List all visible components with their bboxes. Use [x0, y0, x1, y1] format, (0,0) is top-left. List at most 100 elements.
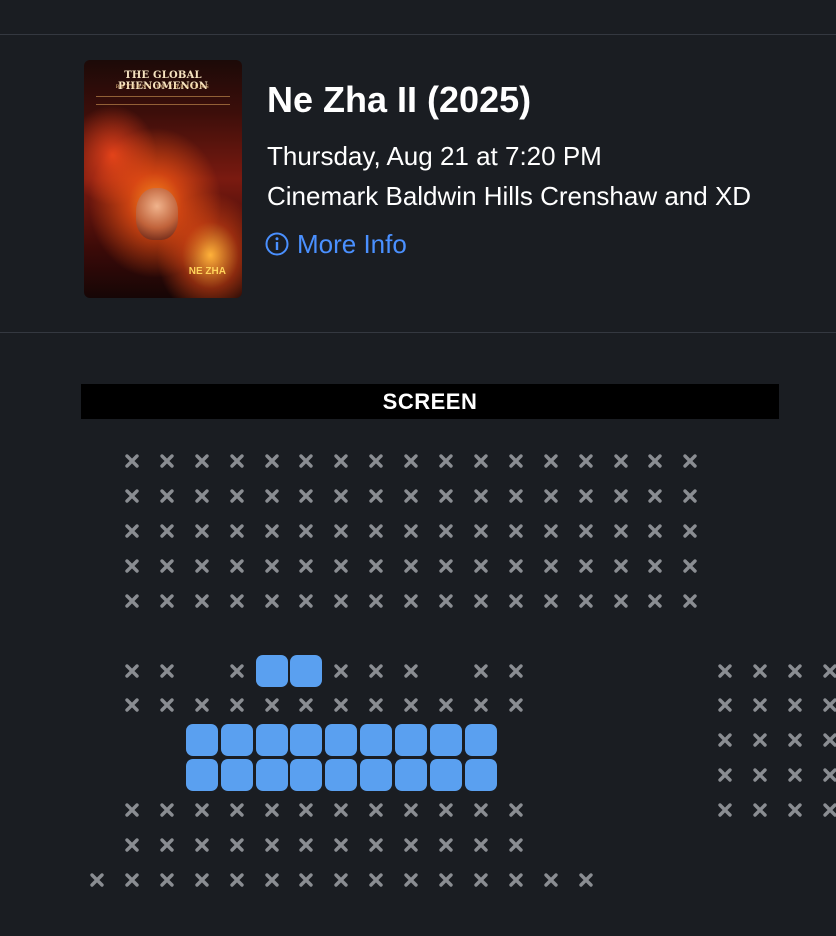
seat-unavailable	[122, 521, 142, 541]
seat-unavailable	[366, 870, 386, 890]
seat-unavailable	[680, 451, 700, 471]
seat-unavailable	[331, 486, 351, 506]
seat-available[interactable]	[325, 724, 358, 757]
seat-unavailable	[157, 800, 177, 820]
seat-unavailable	[122, 835, 142, 855]
seat-unavailable	[576, 451, 596, 471]
seat-unavailable	[366, 835, 386, 855]
seat-unavailable	[436, 695, 456, 715]
seat-unavailable	[715, 765, 735, 785]
seat-unavailable	[680, 556, 700, 576]
seat-unavailable	[471, 661, 491, 681]
seat-available[interactable]	[255, 759, 288, 792]
seat-unavailable	[750, 800, 770, 820]
seat-unavailable	[611, 486, 631, 506]
seat-unavailable	[227, 451, 247, 471]
seat-unavailable	[506, 695, 526, 715]
seat-unavailable	[541, 591, 561, 611]
seat-unavailable	[471, 486, 491, 506]
seat-unavailable	[471, 835, 491, 855]
seat-available[interactable]	[464, 724, 497, 757]
seat-unavailable	[262, 556, 282, 576]
seat-unavailable	[471, 695, 491, 715]
seat-available[interactable]	[220, 759, 253, 792]
seat-available[interactable]	[185, 759, 218, 792]
seat-unavailable	[331, 695, 351, 715]
seat-unavailable	[262, 486, 282, 506]
seat-unavailable	[436, 870, 456, 890]
seat-unavailable	[331, 451, 351, 471]
seat-unavailable	[541, 870, 561, 890]
seat-unavailable	[506, 870, 526, 890]
seat-unavailable	[436, 800, 456, 820]
seat-available[interactable]	[395, 759, 428, 792]
seat-unavailable	[296, 521, 316, 541]
seat-unavailable	[541, 556, 561, 576]
seat-unavailable	[541, 486, 561, 506]
seat-unavailable	[262, 695, 282, 715]
seat-unavailable	[157, 695, 177, 715]
seat-available[interactable]	[360, 724, 393, 757]
seat-unavailable	[366, 695, 386, 715]
seat-unavailable	[436, 486, 456, 506]
seat-unavailable	[576, 521, 596, 541]
seat-available[interactable]	[290, 724, 323, 757]
seat-unavailable	[331, 870, 351, 890]
seat-unavailable	[611, 521, 631, 541]
seat-unavailable	[506, 835, 526, 855]
seat-unavailable	[331, 800, 351, 820]
seat-unavailable	[122, 800, 142, 820]
seat-available[interactable]	[255, 654, 288, 687]
seat-unavailable	[541, 451, 561, 471]
seat-unavailable	[122, 451, 142, 471]
seat-unavailable	[715, 730, 735, 750]
seat-unavailable	[785, 800, 805, 820]
seat-unavailable	[296, 556, 316, 576]
seat-available[interactable]	[290, 759, 323, 792]
seat-available[interactable]	[325, 759, 358, 792]
seat-available[interactable]	[464, 759, 497, 792]
seat-unavailable	[645, 521, 665, 541]
seat-available[interactable]	[220, 724, 253, 757]
seat-unavailable	[122, 486, 142, 506]
seat-unavailable	[611, 451, 631, 471]
seat-available[interactable]	[430, 724, 462, 757]
seat-available[interactable]	[360, 759, 393, 792]
seat-unavailable	[192, 451, 212, 471]
seat-unavailable	[192, 521, 212, 541]
seat-unavailable	[471, 800, 491, 820]
seat-unavailable	[506, 800, 526, 820]
seat-unavailable	[436, 835, 456, 855]
seat-unavailable	[401, 800, 421, 820]
seat-unavailable	[157, 591, 177, 611]
seat-unavailable	[192, 800, 212, 820]
seat-unavailable	[87, 870, 107, 890]
seat-unavailable	[262, 870, 282, 890]
seat-unavailable	[296, 451, 316, 471]
seat-unavailable	[262, 835, 282, 855]
seat-unavailable	[541, 521, 561, 541]
seat-unavailable	[192, 591, 212, 611]
seat-unavailable	[436, 451, 456, 471]
seat-unavailable	[331, 521, 351, 541]
seat-available[interactable]	[290, 654, 323, 687]
seat-unavailable	[820, 661, 836, 681]
seat-available[interactable]	[430, 759, 462, 792]
seat-unavailable	[331, 591, 351, 611]
seat-available[interactable]	[395, 724, 428, 757]
seat-available[interactable]	[255, 724, 288, 757]
seat-unavailable	[750, 765, 770, 785]
seat-unavailable	[471, 870, 491, 890]
seat-unavailable	[401, 661, 421, 681]
seat-unavailable	[192, 486, 212, 506]
seat-unavailable	[122, 870, 142, 890]
seat-unavailable	[401, 870, 421, 890]
seat-available[interactable]	[185, 724, 218, 757]
seat-unavailable	[157, 835, 177, 855]
seat-unavailable	[401, 695, 421, 715]
seat-unavailable	[715, 800, 735, 820]
seat-unavailable	[366, 521, 386, 541]
seat-unavailable	[401, 486, 421, 506]
seat-unavailable	[366, 800, 386, 820]
seat-unavailable	[576, 486, 596, 506]
